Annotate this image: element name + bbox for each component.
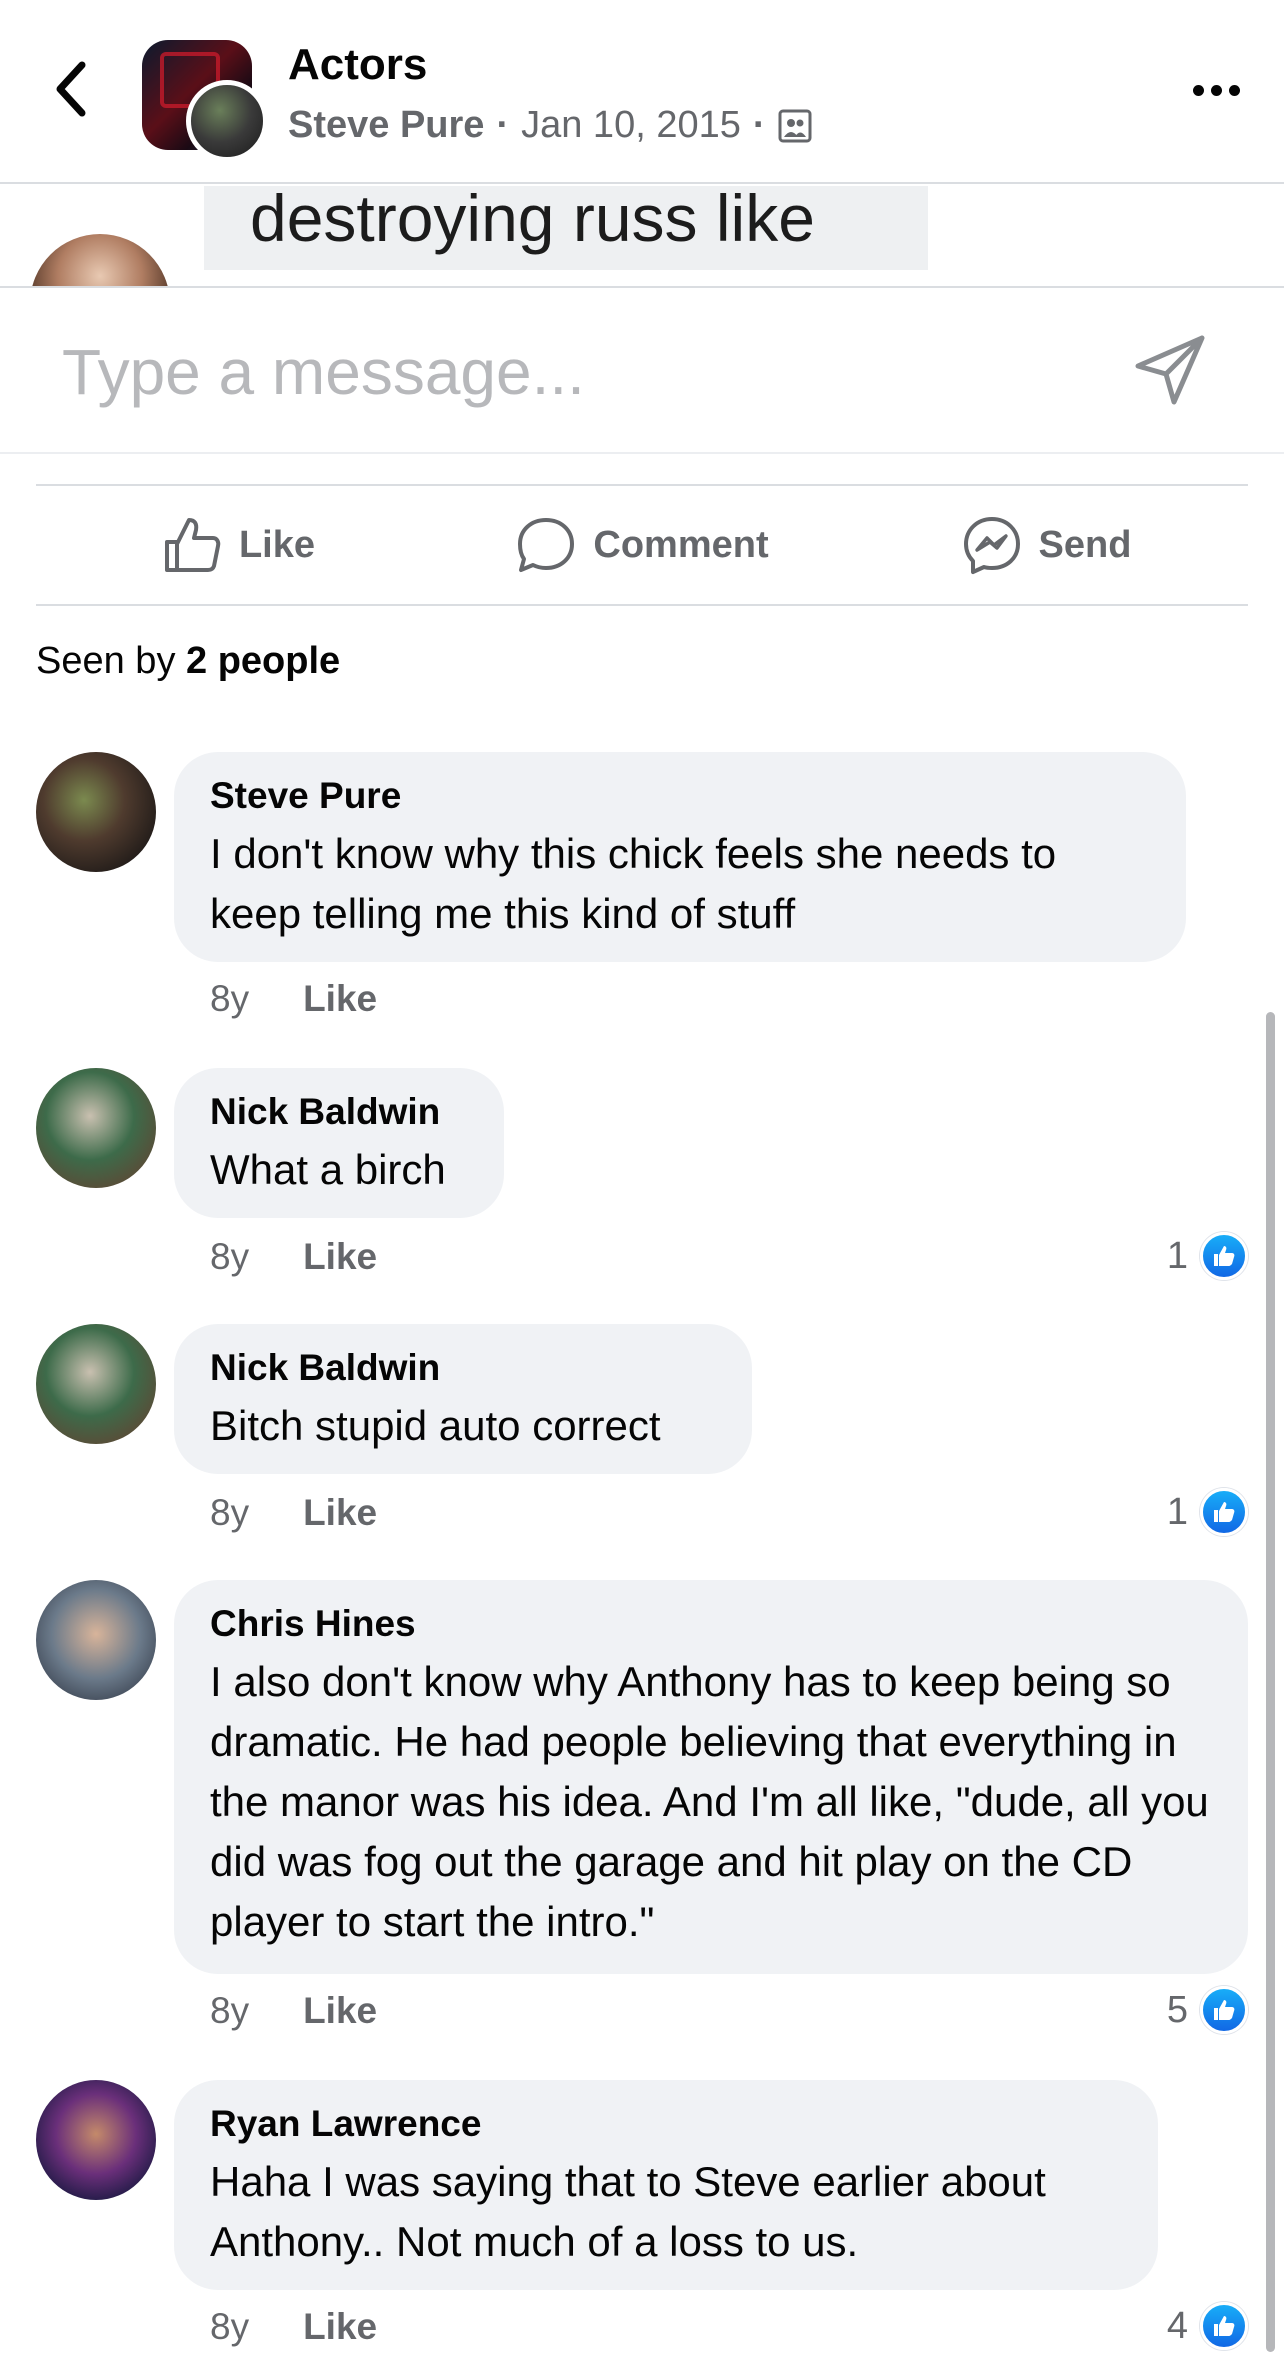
comment-meta: 8y Like [210, 1492, 377, 1534]
like-label: Like [238, 523, 316, 566]
comment-author[interactable]: Nick Baldwin [210, 1344, 716, 1392]
comment-age[interactable]: 8y [210, 2306, 249, 2348]
reaction-number: 1 [1166, 1234, 1188, 1277]
comment-like-button[interactable]: Like [303, 1236, 377, 1278]
previous-avatar [30, 234, 170, 286]
reaction-number: 1 [1166, 1490, 1188, 1533]
post-meta: Steve Pure · Jan 10, 2015 · [288, 104, 812, 147]
comment-meta: 8y Like [210, 1990, 377, 2032]
like-badge-icon [1200, 2302, 1248, 2350]
comment-meta: 8y Like [210, 978, 377, 1020]
comment-label: Comment [593, 523, 769, 566]
like-button[interactable]: Like [36, 514, 440, 576]
comment-text: I don't know why this chick feels she ne… [210, 830, 1057, 937]
avatar[interactable] [36, 1580, 156, 1700]
like-badge-icon [1200, 1986, 1248, 2034]
comment-author[interactable]: Chris Hines [210, 1600, 1212, 1648]
comment-bubble: Nick Baldwin Bitch stupid auto correct [174, 1324, 752, 1474]
poster-avatar[interactable] [186, 80, 268, 162]
comment-meta: 8y Like [210, 1236, 377, 1278]
comment-bubble: Steve Pure I don't know why this chick f… [174, 752, 1186, 962]
comment-author[interactable]: Nick Baldwin [210, 1088, 468, 1136]
comment-bubble: Ryan Lawrence Haha I was saying that to … [174, 2080, 1158, 2290]
avatar[interactable] [36, 1324, 156, 1444]
comment-like-button[interactable]: Like [303, 978, 377, 1020]
reaction-count[interactable]: 1 [1167, 1232, 1248, 1280]
comment-text: What a birch [210, 1146, 446, 1193]
reaction-count[interactable]: 1 [1167, 1488, 1248, 1536]
post-actions: Like Comment Send [36, 484, 1248, 606]
comment-text: Haha I was saying that to Steve earlier … [210, 2158, 1046, 2265]
previous-text: destroying russ like [250, 186, 815, 255]
reaction-number: 4 [1166, 2304, 1188, 2347]
comment-age[interactable]: 8y [210, 1236, 249, 1278]
group-privacy-icon [778, 109, 812, 142]
comment-button[interactable]: Comment [440, 514, 844, 576]
message-input[interactable] [62, 332, 1062, 412]
comment-text: Bitch stupid auto correct [210, 1402, 661, 1449]
comment-like-button[interactable]: Like [303, 2306, 377, 2348]
seen-prefix: Seen by [36, 640, 176, 682]
scrollbar[interactable] [1266, 1012, 1275, 2352]
reaction-count[interactable]: 4 [1167, 2302, 1248, 2350]
send-arrow-icon[interactable] [1130, 330, 1210, 410]
post-author[interactable]: Steve Pure [288, 104, 484, 147]
comment-like-button[interactable]: Like [303, 1990, 377, 2032]
back-button[interactable] [40, 54, 100, 124]
post-header: Actors Steve Pure · Jan 10, 2015 · [0, 0, 1284, 184]
comment-meta: 8y Like [210, 2306, 377, 2348]
comment-like-button[interactable]: Like [303, 1492, 377, 1534]
thumbs-up-icon [164, 518, 221, 572]
like-badge-icon [1200, 1232, 1248, 1280]
comment-bubble: Nick Baldwin What a birch [174, 1068, 504, 1218]
seen-by[interactable]: Seen by 2 people [36, 640, 340, 683]
more-icon [1192, 84, 1204, 96]
comment-age[interactable]: 8y [210, 1492, 249, 1534]
post-content-preview: destroying russ like [0, 186, 1284, 286]
reaction-number: 5 [1166, 1988, 1188, 2031]
comment-author[interactable]: Steve Pure [210, 772, 1150, 820]
meta-separator: · [752, 104, 766, 146]
avatar[interactable] [36, 2080, 156, 2200]
group-title[interactable]: Actors [288, 40, 427, 90]
send-label: Send [1038, 523, 1132, 566]
meta-separator: · [496, 104, 510, 146]
comment-age[interactable]: 8y [210, 1990, 249, 2032]
reaction-count[interactable]: 5 [1167, 1986, 1248, 2034]
more-options-button[interactable] [1184, 70, 1248, 110]
comment-text: I also don't know why Anthony has to kee… [210, 1658, 1209, 1945]
avatar[interactable] [36, 1068, 156, 1188]
post-date[interactable]: Jan 10, 2015 [521, 104, 741, 147]
like-badge-icon [1200, 1488, 1248, 1536]
messenger-icon [963, 517, 1020, 574]
comment-icon [518, 518, 575, 572]
back-arrow-icon [56, 61, 86, 117]
comment-age[interactable]: 8y [210, 978, 249, 1020]
message-composer [0, 286, 1284, 454]
seen-count[interactable]: 2 people [186, 640, 340, 682]
avatar[interactable] [36, 752, 156, 872]
comment-author[interactable]: Ryan Lawrence [210, 2100, 1122, 2148]
send-button[interactable]: Send [844, 514, 1248, 576]
comment-bubble: Chris Hines I also don't know why Anthon… [174, 1580, 1248, 1974]
